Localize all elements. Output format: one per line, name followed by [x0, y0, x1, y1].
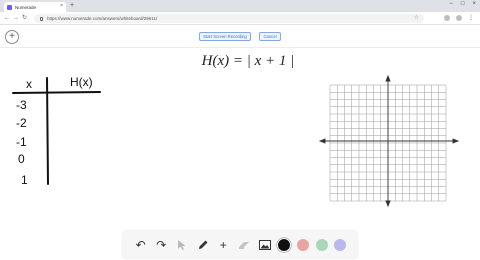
equation-label: H(x) = | x + 1 | [201, 53, 295, 69]
add-shape-icon[interactable]: + [216, 238, 230, 252]
numerade-favicon-icon [7, 4, 12, 10]
tab-close-icon[interactable]: × [60, 3, 63, 9]
table-x-value: -3 [16, 98, 27, 112]
table-header-hx: H(x) [70, 75, 93, 89]
bookmark-star-icon[interactable]: ☆ [414, 15, 419, 22]
color-swatch-black[interactable] [278, 238, 291, 251]
address-bar: ← → ↻ https://www.numerade.com/answers/w… [0, 12, 480, 25]
browser-tab[interactable]: Numerade × [4, 2, 66, 12]
image-icon[interactable] [258, 238, 272, 252]
table-x-value: -2 [16, 116, 27, 130]
drawing-tools-bar: ↶ ↷ + [123, 231, 357, 258]
browser-menu-icon[interactable]: ⋮ [468, 15, 474, 21]
back-icon[interactable]: ← [4, 15, 10, 22]
whiteboard-toolbar: + Start Screen Recording Cancel [0, 26, 480, 48]
extension-icon[interactable] [444, 15, 450, 21]
tab-title: Numerade [15, 4, 37, 10]
profile-avatar-icon[interactable] [456, 15, 462, 21]
browser-tab-bar: Numerade × + − □ × [0, 0, 480, 12]
reload-icon[interactable]: ↻ [22, 15, 27, 22]
whiteboard-canvas[interactable]: H(x) = | x + 1 | x H(x) -3 -2 -1 0 1 [0, 48, 480, 260]
undo-icon[interactable]: ↶ [134, 238, 148, 252]
forward-icon[interactable]: → [13, 15, 19, 22]
cancel-button[interactable]: Cancel [259, 32, 281, 41]
color-swatch-lavender[interactable] [334, 238, 347, 251]
value-table-lines [12, 77, 101, 185]
table-x-value: 0 [18, 152, 25, 166]
add-page-button[interactable]: + [5, 30, 19, 44]
y-axis-down-arrow-icon [385, 200, 391, 208]
lock-icon [40, 16, 43, 21]
pencil-icon[interactable] [196, 238, 210, 252]
color-swatch-green[interactable] [315, 238, 328, 251]
window-close-icon[interactable]: × [472, 1, 476, 7]
x-axis-right-arrow-icon [452, 138, 460, 144]
table-x-value: -1 [16, 135, 27, 149]
y-axis-up-arrow-icon [385, 74, 391, 82]
pointer-icon[interactable] [175, 238, 189, 252]
minimize-icon[interactable]: − [449, 1, 453, 7]
extension-icons: ⋮ [444, 15, 474, 21]
window-controls: − □ × [449, 1, 476, 7]
maximize-icon[interactable]: □ [461, 1, 465, 7]
start-screen-recording-button[interactable]: Start Screen Recording [199, 32, 251, 41]
x-axis-left-arrow-icon [318, 138, 326, 144]
url-input[interactable]: https://www.numerade.com/answers/whitebo… [34, 14, 424, 23]
url-text: https://www.numerade.com/answers/whitebo… [47, 16, 158, 21]
new-tab-button[interactable]: + [70, 2, 74, 10]
table-header-x: x [26, 77, 32, 91]
color-swatch-pink[interactable] [296, 238, 309, 251]
eraser-icon[interactable] [237, 238, 251, 252]
table-x-value: 1 [21, 173, 28, 187]
redo-icon[interactable]: ↷ [154, 238, 168, 252]
